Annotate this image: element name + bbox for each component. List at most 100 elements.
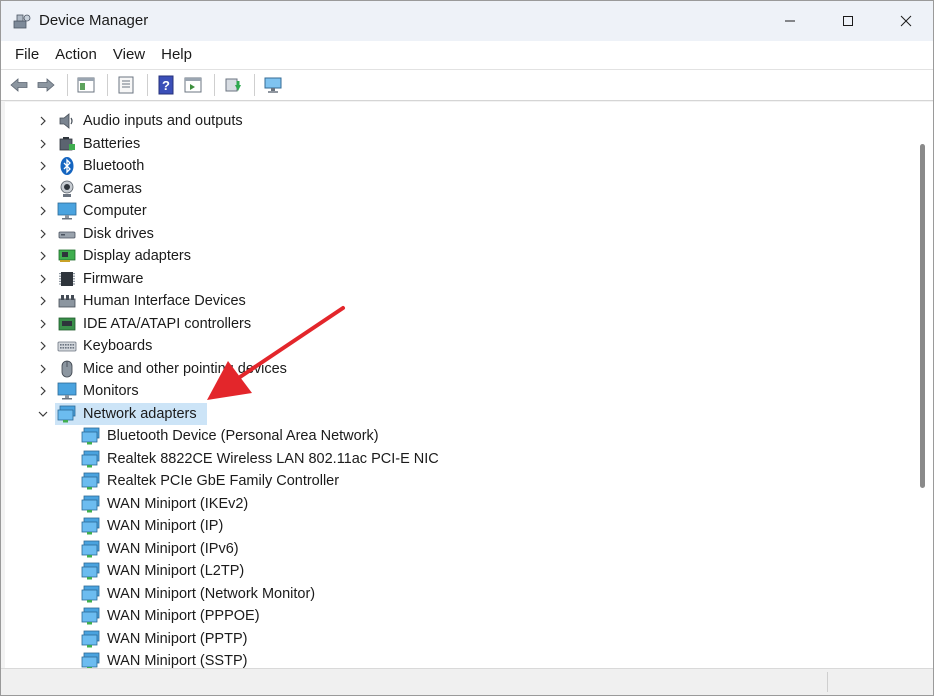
minimize-button[interactable] <box>761 1 819 41</box>
chevron-right-icon[interactable] <box>37 115 49 127</box>
update-driver-icon <box>225 78 241 92</box>
firmware-icon <box>59 271 75 286</box>
chevron-right-icon[interactable] <box>37 318 49 330</box>
menu-view[interactable]: View <box>105 41 153 69</box>
tree-category-ide-ata-atapi-controllers[interactable]: IDE ATA/ATAPI controllers <box>5 313 905 335</box>
scrollbar-thumb[interactable] <box>920 144 925 488</box>
chevron-right-icon[interactable] <box>37 385 49 397</box>
chevron-down-icon[interactable] <box>37 408 49 420</box>
tree-device-wan-miniport-l2tp[interactable]: WAN Miniport (L2TP) <box>5 560 905 582</box>
tree-category-network-adapters[interactable]: Network adapters <box>5 402 905 425</box>
tree-category-batteries[interactable]: Batteries <box>5 133 905 155</box>
network-adapter-icon <box>81 517 100 535</box>
chevron-right-icon[interactable] <box>37 228 49 240</box>
chevron-right-icon[interactable] <box>37 363 49 375</box>
tree-device-wan-miniport-ikev2[interactable]: WAN Miniport (IKEv2) <box>5 493 905 515</box>
tree-category-computer[interactable]: Computer <box>5 200 905 222</box>
maximize-button[interactable] <box>819 1 877 41</box>
tree-category-label: Keyboards <box>83 338 153 354</box>
display-adapter-icon <box>58 249 76 262</box>
chevron-right-icon[interactable] <box>37 160 49 172</box>
monitor-icon <box>57 382 77 400</box>
mouse-icon <box>61 360 73 377</box>
battery-icon <box>59 136 75 150</box>
network-adapter-icon <box>57 405 76 422</box>
tree-category-keyboards[interactable]: Keyboards <box>5 335 905 357</box>
chevron-right-icon[interactable] <box>37 250 49 262</box>
chevron-right-icon[interactable] <box>37 340 49 352</box>
toolbar-separator <box>254 74 255 96</box>
device-manager-app-icon <box>13 14 31 29</box>
tree-device-wan-miniport-pppoe[interactable]: WAN Miniport (PPPOE) <box>5 605 905 627</box>
toolbar-separator <box>67 74 68 96</box>
tree-device-wan-miniport-ip[interactable]: WAN Miniport (IP) <box>5 515 905 537</box>
chevron-right-icon[interactable] <box>37 205 49 217</box>
tree-category-label: Human Interface Devices <box>83 293 246 309</box>
update-driver-button[interactable] <box>221 73 245 97</box>
tree-category-cameras[interactable]: Cameras <box>5 178 905 200</box>
tree-device-wan-miniport-pptp[interactable]: WAN Miniport (PPTP) <box>5 628 905 650</box>
tree-device-label: WAN Miniport (L2TP) <box>107 563 245 579</box>
chevron-right-icon[interactable] <box>37 273 49 285</box>
status-bar-separator <box>827 672 828 692</box>
tree-category-display-adapters[interactable]: Display adapters <box>5 245 905 267</box>
scan-hardware-changes-icon <box>264 77 282 93</box>
tree-category-firmware[interactable]: Firmware <box>5 268 905 290</box>
tree-device-bluetooth-device-personal-area-network[interactable]: Bluetooth Device (Personal Area Network) <box>5 425 905 447</box>
title-bar[interactable]: Device Manager <box>1 1 933 41</box>
tree-device-wan-miniport-sstp[interactable]: WAN Miniport (SSTP) <box>5 650 905 668</box>
show-hide-console-tree-button[interactable] <box>74 73 98 97</box>
tree-device-label: WAN Miniport (PPTP) <box>107 630 248 647</box>
bluetooth-icon <box>60 157 74 175</box>
close-button[interactable] <box>877 1 933 41</box>
menu-file[interactable]: File <box>7 41 47 69</box>
menu-action[interactable]: Action <box>47 41 105 69</box>
network-adapter-icon <box>81 585 100 602</box>
vertical-scrollbar[interactable] <box>915 102 933 668</box>
svg-text:?: ? <box>162 78 170 93</box>
tree-device-label: WAN Miniport (IP) <box>107 518 224 534</box>
help-button[interactable]: ? <box>154 73 178 97</box>
tree-device-label: WAN Miniport (Network Monitor) <box>107 585 316 602</box>
tree-category-human-interface-devices[interactable]: Human Interface Devices <box>5 290 905 312</box>
chevron-right-icon[interactable] <box>37 295 49 307</box>
properties-button[interactable] <box>114 73 138 97</box>
tree-device-label: Realtek PCIe GbE Family Controller <box>107 473 340 489</box>
tree-category-label: Cameras <box>83 180 142 197</box>
network-adapter-icon <box>81 427 100 445</box>
scan-hardware-changes-button[interactable] <box>261 73 285 97</box>
tree-category-bluetooth[interactable]: Bluetooth <box>5 155 905 177</box>
tree-category-label: Network adapters <box>83 405 197 422</box>
tree-category-monitors[interactable]: Monitors <box>5 380 905 402</box>
tree-device-realtek-8822ce-wireless-lan-802-11ac-pci-e-nic[interactable]: Realtek 8822CE Wireless LAN 802.11ac PCI… <box>5 448 905 470</box>
network-adapter-icon <box>81 630 100 647</box>
tree-device-wan-miniport-network-monitor[interactable]: WAN Miniport (Network Monitor) <box>5 583 905 605</box>
action-pane-button[interactable] <box>181 73 205 97</box>
menu-help[interactable]: Help <box>153 41 200 69</box>
chevron-right-icon[interactable] <box>37 183 49 195</box>
hid-icon <box>58 295 76 308</box>
forward-button[interactable] <box>34 73 58 97</box>
tree-category-mice-and-other-pointing-devices[interactable]: Mice and other pointing devices <box>5 358 905 380</box>
network-adapter-icon <box>81 472 100 490</box>
forward-arrow-icon <box>37 78 55 92</box>
minimize-icon <box>785 20 795 22</box>
back-button[interactable] <box>7 73 31 97</box>
toolbar: ? <box>1 69 933 101</box>
tree-device-label: Realtek 8822CE Wireless LAN 802.11ac PCI… <box>107 450 439 467</box>
tree-category-label: Mice and other pointing devices <box>83 360 287 377</box>
device-tree[interactable]: Audio inputs and outputs Batteries Bluetoo… <box>5 102 915 668</box>
tree-category-label: Monitors <box>83 383 139 399</box>
tree-device-wan-miniport-ipv6[interactable]: WAN Miniport (IPv6) <box>5 538 905 560</box>
ide-controller-icon <box>58 317 76 330</box>
tree-category-label: Firmware <box>83 270 144 287</box>
tree-device-label: WAN Miniport (IPv6) <box>107 540 239 557</box>
tree-category-label: Batteries <box>83 135 141 152</box>
chevron-right-icon[interactable] <box>37 138 49 150</box>
network-adapter-icon <box>81 450 100 467</box>
tree-category-audio-inputs-and-outputs[interactable]: Audio inputs and outputs <box>5 110 905 132</box>
status-bar <box>1 668 933 695</box>
tree-category-disk-drives[interactable]: Disk drives <box>5 223 905 245</box>
back-arrow-icon <box>10 78 28 92</box>
tree-device-realtek-pcie-gbe-family-controller[interactable]: Realtek PCIe GbE Family Controller <box>5 470 905 492</box>
